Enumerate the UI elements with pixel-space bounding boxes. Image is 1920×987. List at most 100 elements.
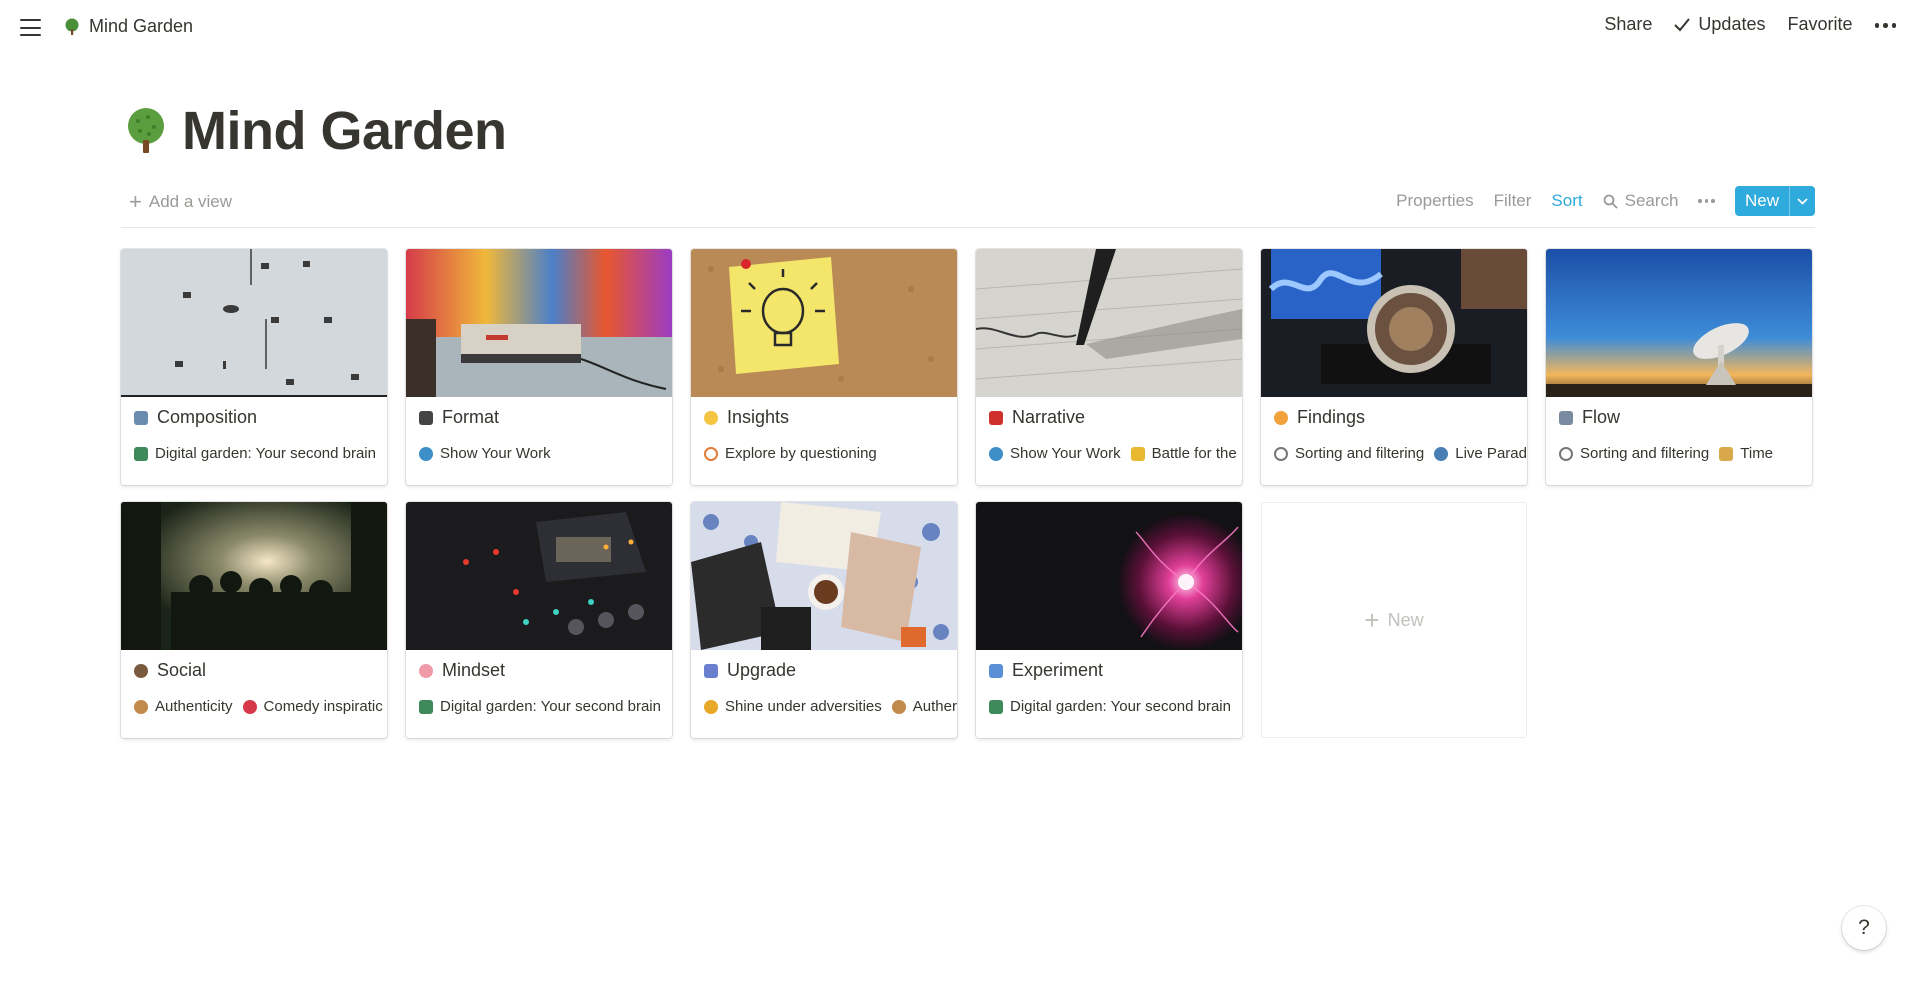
relation-tag: Time (1719, 445, 1773, 462)
database-view-bar: + Add a view Properties Filter Sort Sear… (121, 186, 1815, 228)
add-new-card[interactable]: + New (1261, 502, 1527, 738)
gallery-card[interactable]: Upgrade Shine under adversities Auther (691, 502, 957, 738)
gallery-card[interactable]: Findings Sorting and filtering Live Para… (1261, 249, 1527, 485)
gear-icon (1559, 446, 1573, 461)
relation-tag-label: Authenticity (155, 698, 233, 715)
card-cover-image (1546, 249, 1812, 397)
relation-tag-label: Battle for the (1151, 445, 1237, 462)
landscape-icon (989, 699, 1003, 714)
gallery-card[interactable]: Narrative Show Your Work Battle for the (976, 249, 1242, 485)
trophy-icon (1130, 446, 1145, 461)
relation-tag-label: Live Parad (1455, 445, 1527, 462)
hourglass-icon (1719, 446, 1734, 461)
relation-tag: Digital garden: Your second brain (134, 445, 376, 462)
card-title-text: Social (157, 660, 207, 680)
card-title-text: Experiment (1012, 660, 1104, 680)
card-cover-image (976, 249, 1242, 397)
check-icon (1674, 17, 1691, 31)
card-title: Insights (704, 407, 789, 428)
plus-icon: + (1364, 604, 1380, 635)
topbar: Mind Garden Share Updates Favorite (0, 0, 1920, 58)
search-button[interactable]: Search (1603, 191, 1678, 211)
sort-button[interactable]: Sort (1551, 191, 1582, 211)
card-cover-image (406, 249, 672, 397)
relation-tag-label: Show Your Work (1010, 445, 1121, 462)
gallery-card[interactable]: Flow Sorting and filtering Time (1546, 249, 1812, 485)
new-button-label: New (1744, 191, 1779, 210)
relation-tag: Comedy inspiratic (242, 698, 383, 715)
card-title: Social (134, 660, 206, 681)
gallery-card[interactable]: Format Show Your Work (406, 249, 672, 485)
gallery-card[interactable]: Mindset Digital garden: Your second brai… (406, 502, 672, 738)
relation-tag-label: Sorting and filtering (1580, 445, 1710, 462)
globe-icon (989, 446, 1003, 461)
card-title-text: Narrative (1012, 407, 1086, 427)
relation-tag: Battle for the (1130, 445, 1237, 462)
card-title: Mindset (419, 660, 505, 681)
help-button[interactable]: ? (1842, 906, 1886, 950)
updates-label: Updates (1698, 14, 1766, 34)
videocassette-icon (419, 410, 433, 425)
relation-tag: Sorting and filtering (1274, 445, 1424, 462)
add-view-button[interactable]: + Add a view (129, 191, 232, 213)
share-button[interactable]: Share (1604, 14, 1652, 35)
card-tags: Digital garden: Your second brain (134, 445, 387, 462)
card-tags: Sorting and filtering Time (1559, 445, 1812, 462)
relation-tag-label: Shine under adversities (725, 698, 882, 715)
card-title: Composition (134, 407, 257, 428)
relation-tag-label: Sorting and filtering (1295, 445, 1425, 462)
relation-tag: Digital garden: Your second brain (419, 698, 661, 715)
card-cover-image (976, 502, 1242, 650)
breadcrumb[interactable]: Mind Garden (64, 16, 193, 37)
relation-tag-label: Digital garden: Your second brain (1010, 698, 1231, 715)
properties-button[interactable]: Properties (1396, 191, 1473, 211)
tree-icon (128, 108, 164, 153)
person-icon (134, 699, 148, 714)
relation-tag: Sorting and filtering (1559, 445, 1709, 462)
gallery-card[interactable]: Experiment Digital garden: Your second b… (976, 502, 1242, 738)
no-entry-icon (704, 446, 718, 461)
card-cover-image (1261, 249, 1527, 397)
person-icon (134, 663, 148, 678)
card-title-text: Composition (157, 407, 258, 427)
card-title: Flow (1559, 407, 1620, 428)
new-button[interactable]: New (1734, 186, 1815, 216)
light-bulb-icon (704, 410, 718, 425)
menu-icon[interactable] (20, 19, 41, 36)
relation-tag: Show Your Work (419, 445, 551, 462)
chair-icon (989, 663, 1003, 678)
card-tags: Digital garden: Your second brain (989, 698, 1242, 715)
relation-tag: Live Parad (1434, 445, 1527, 462)
card-tags: Show Your Work (419, 445, 672, 462)
gallery-card[interactable]: Composition Digital garden: Your second … (121, 249, 387, 485)
gallery-card[interactable]: Insights Explore by questioning (691, 249, 957, 485)
updates-button[interactable]: Updates (1674, 14, 1765, 35)
card-title-text: Mindset (442, 660, 506, 680)
relation-tag: Explore by questioning (704, 445, 877, 462)
chevron-down-icon[interactable] (1789, 186, 1815, 216)
card-tags: Sorting and filtering Live Parad (1274, 445, 1527, 462)
relation-tag: Shine under adversities (704, 698, 882, 715)
card-tags: Show Your Work Battle for the (989, 445, 1242, 462)
card-cover-image (121, 502, 387, 650)
more-options-icon[interactable] (1874, 21, 1896, 28)
gallery-card[interactable]: Social Authenticity Comedy inspiratic (121, 502, 387, 738)
globe-icon (419, 446, 433, 461)
filter-button[interactable]: Filter (1494, 191, 1532, 211)
relation-tag: Digital garden: Your second brain (989, 698, 1231, 715)
landscape-icon (419, 699, 433, 714)
view-options-icon[interactable] (1698, 199, 1715, 203)
tree-icon (65, 18, 79, 35)
relation-tag-label: Digital garden: Your second brain (155, 445, 376, 462)
lips-icon (242, 699, 257, 714)
card-title-text: Flow (1582, 407, 1621, 427)
add-new-card-label: New (1387, 609, 1424, 630)
relation-tag-label: Digital garden: Your second brain (440, 698, 661, 715)
relation-tag-label: Time (1740, 445, 1774, 462)
framed-picture-icon (134, 410, 148, 425)
search-icon (1603, 194, 1618, 209)
favorite-button[interactable]: Favorite (1787, 14, 1852, 35)
relation-tag-label: Comedy inspiratic (263, 698, 383, 715)
dna-icon (704, 663, 718, 678)
card-cover-image (121, 249, 387, 397)
